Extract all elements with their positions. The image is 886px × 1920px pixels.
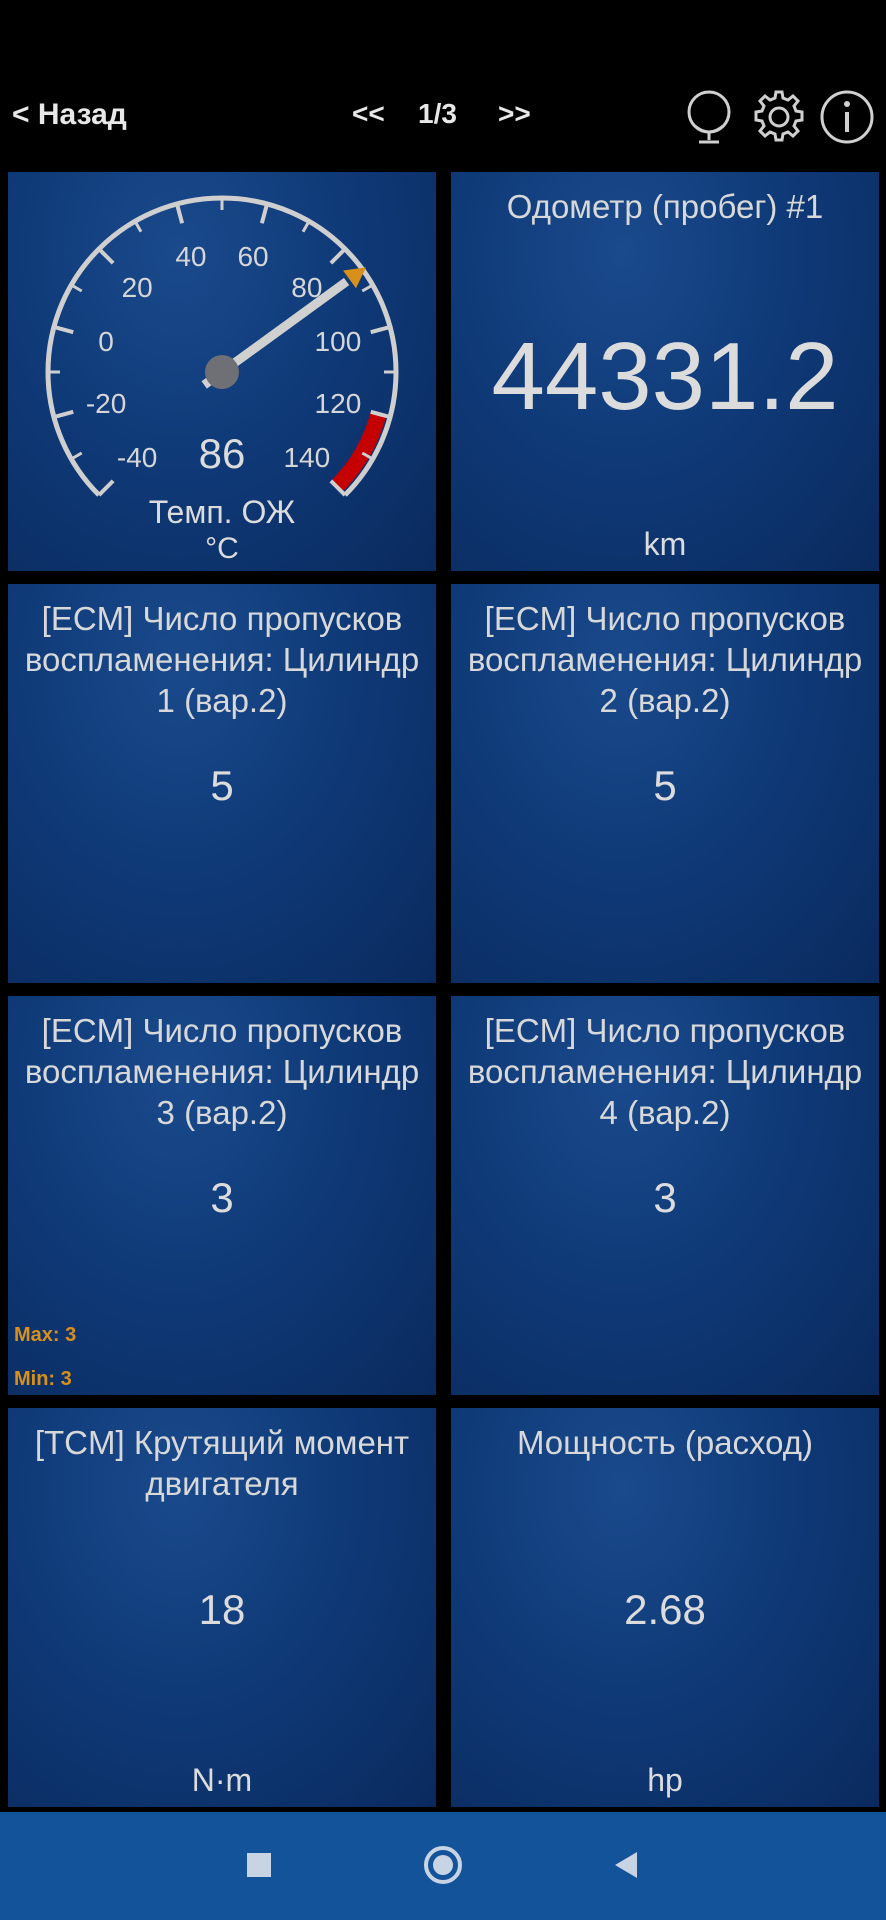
tile-title: [TCM] Крутящий момент двигателя: [34, 1424, 410, 1502]
gauge-tick-label: 60: [237, 241, 268, 272]
misfire-cyl4-tile[interactable]: [ECM] Число пропусков воспламенения: Цил…: [451, 996, 879, 1395]
gauge-major-tick: [97, 479, 115, 497]
top-bar: < Назад << 1/3 >>: [0, 88, 886, 148]
globe-icon[interactable]: [680, 88, 738, 146]
gauge-major-tick: [259, 203, 269, 224]
tile-title: [ECM] Число пропусков воспламенения: Цил…: [467, 600, 863, 719]
tile-unit: km: [643, 526, 687, 562]
tile-unit: hp: [647, 1762, 683, 1798]
gauge-major-tick: [53, 325, 74, 335]
gauge-unit: °C: [205, 532, 239, 565]
tile-value: 2.68: [624, 1586, 706, 1633]
gear-icon[interactable]: [750, 88, 808, 146]
tile-title: Одометр (пробег) #1: [506, 188, 824, 225]
tile-value: 18: [198, 1586, 246, 1633]
square-icon[interactable]: [234, 1840, 284, 1890]
tile-value: 3: [653, 1174, 677, 1221]
engine-torque-tile[interactable]: [TCM] Крутящий момент двигателя 18 N·m: [8, 1408, 436, 1807]
gauge-tick-label: 0: [98, 326, 114, 357]
gauge-major-tick: [370, 325, 391, 335]
gauge-tick-label: 40: [175, 241, 206, 272]
back-button[interactable]: < Назад: [12, 98, 127, 132]
max-label: Max: 3: [14, 1324, 77, 1346]
gauge-major-tick: [175, 203, 185, 224]
coolant-temp-gauge-tile[interactable]: -40 -20 0 20 40 60 80 100 120 140 86 Темп. ОЖ °C: [8, 172, 436, 571]
gauge-tick-label: -20: [86, 388, 126, 419]
tile-value: 3: [210, 1174, 234, 1221]
gauge-major-tick: [53, 409, 74, 419]
circle-icon[interactable]: [418, 1840, 468, 1890]
gauge-major-tick: [329, 247, 347, 265]
info-icon[interactable]: [818, 88, 876, 146]
tile-value: 5: [210, 762, 234, 809]
gauge-major-tick: [97, 247, 115, 265]
next-page-button[interactable]: >>: [498, 98, 531, 130]
tile-value: 5: [653, 762, 677, 809]
odometer-value: 44331.2: [491, 323, 839, 430]
gauge-minor-tick: [301, 220, 311, 233]
gauge-value: 86: [198, 430, 246, 477]
tile-title: [ECM] Число пропусков воспламенения: Цил…: [467, 1012, 863, 1131]
tile-unit: N·m: [191, 1762, 253, 1798]
misfire-cyl3-tile[interactable]: [ECM] Число пропусков воспламенения: Цил…: [8, 996, 436, 1395]
system-nav-bar: [0, 1812, 886, 1920]
gauge-minor-tick: [361, 283, 374, 293]
gauge-tick-label: 120: [315, 388, 362, 419]
min-label: Min: 3: [14, 1368, 72, 1390]
gauge-label: Темп. ОЖ: [148, 494, 296, 530]
gauge-minor-tick: [133, 220, 143, 233]
gauge-minor-tick: [70, 283, 83, 293]
prev-page-button[interactable]: <<: [352, 98, 385, 130]
tile-title: [ECM] Число пропусков воспламенения: Цил…: [24, 1012, 420, 1131]
tile-title: [ECM] Число пропусков воспламенения: Цил…: [24, 600, 420, 719]
triangle-back-icon[interactable]: [602, 1840, 652, 1890]
gauge-tick-label: 20: [122, 272, 153, 303]
odometer-tile[interactable]: Одометр (пробег) #1 44331.2 km: [451, 172, 879, 571]
tile-title: Мощность (расход): [516, 1424, 814, 1461]
gauge-hub: [205, 355, 239, 389]
misfire-cyl2-tile[interactable]: [ECM] Число пропусков воспламенения: Цил…: [451, 584, 879, 983]
power-tile[interactable]: Мощность (расход) 2.68 hp: [451, 1408, 879, 1807]
gauge-tick-label: 100: [315, 326, 362, 357]
page-indicator: 1/3: [418, 98, 457, 129]
misfire-cyl1-tile[interactable]: [ECM] Число пропусков воспламенения: Цил…: [8, 584, 436, 983]
